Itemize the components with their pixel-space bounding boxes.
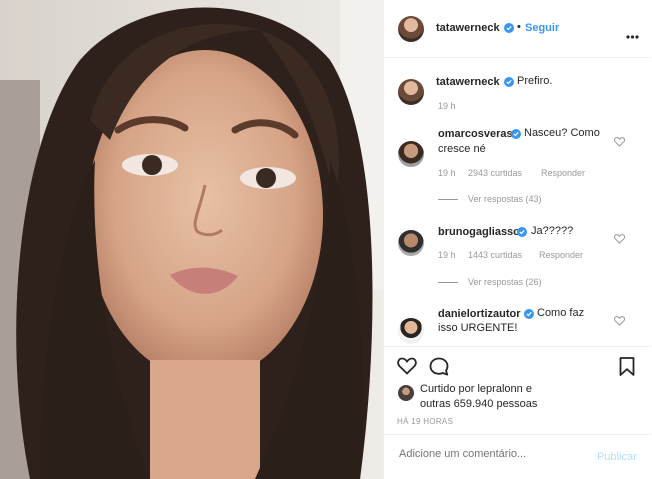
- follow-button[interactable]: Seguir: [525, 22, 559, 34]
- publish-button[interactable]: Publicar: [597, 451, 637, 463]
- author-username[interactable]: tatawerneck: [436, 22, 500, 34]
- author-avatar[interactable]: [398, 16, 424, 42]
- reply-button[interactable]: Responder: [539, 250, 583, 260]
- post-timestamp[interactable]: HÁ 19 HORAS: [397, 417, 453, 426]
- more-options-icon[interactable]: [626, 26, 639, 44]
- post-header: tatawerneck • Seguir: [384, 0, 651, 58]
- like-comment-heart-icon[interactable]: [614, 313, 625, 331]
- caption-author-avatar[interactable]: [398, 79, 424, 105]
- likes-username[interactable]: lepralonn: [477, 383, 522, 395]
- comment-text: Nasceu? Como: [524, 127, 600, 139]
- commenter-avatar[interactable]: [398, 318, 424, 344]
- replies-divider: [438, 282, 458, 283]
- instagram-post: tatawerneck • Seguir tatawerneck Prefiro…: [0, 0, 652, 479]
- view-replies-button[interactable]: Ver respostas (26): [468, 277, 542, 287]
- comment-likes-count[interactable]: 2943 curtidas: [468, 168, 522, 178]
- comment-text-continued: cresce né: [438, 143, 486, 155]
- comment-username[interactable]: danielortizautor: [438, 308, 521, 320]
- comment-text: Como faz: [537, 307, 585, 319]
- comment-likes-count[interactable]: 1443 curtidas: [468, 250, 522, 260]
- comment-username[interactable]: omarcosveras: [438, 128, 513, 140]
- comment-username[interactable]: brunogagliasso: [438, 226, 520, 238]
- post-photo[interactable]: [0, 0, 383, 479]
- comment-time: 19 h: [438, 250, 456, 260]
- save-bookmark-icon[interactable]: [619, 357, 635, 381]
- like-heart-icon[interactable]: [397, 357, 417, 380]
- comment-bubble-icon[interactable]: [429, 357, 449, 381]
- verified-badge-icon: [524, 309, 534, 319]
- reply-button[interactable]: Responder: [541, 168, 585, 178]
- add-comment-divider: [384, 434, 651, 435]
- verified-badge-icon: [504, 77, 514, 87]
- caption-text: Prefiro.: [517, 75, 553, 87]
- caption-time: 19 h: [438, 101, 456, 111]
- comment-input[interactable]: [397, 447, 571, 461]
- verified-badge-icon: [511, 129, 521, 139]
- post-side-panel: tatawerneck • Seguir tatawerneck Prefiro…: [383, 0, 651, 479]
- like-comment-heart-icon[interactable]: [614, 134, 625, 152]
- verified-badge-icon: [517, 227, 527, 237]
- view-replies-button[interactable]: Ver respostas (43): [468, 194, 542, 204]
- like-comment-heart-icon[interactable]: [614, 231, 625, 249]
- actions-divider: [384, 346, 651, 347]
- likes-prefix: Curtido por: [420, 383, 475, 395]
- comment-text-continued: isso URGENTE!: [438, 322, 518, 334]
- commenter-avatar[interactable]: [398, 141, 424, 167]
- caption-username[interactable]: tatawerneck: [436, 76, 500, 88]
- comment-text: Ja?????: [531, 225, 574, 237]
- liker-avatar[interactable]: [398, 385, 414, 401]
- replies-divider: [438, 199, 458, 200]
- comment-time: 19 h: [438, 168, 456, 178]
- commenter-avatar[interactable]: [398, 230, 424, 256]
- header-separator: •: [517, 21, 521, 33]
- likes-summary: Curtido por lepralonn e: [420, 382, 532, 397]
- selfie-image: [0, 0, 383, 479]
- verified-badge-icon: [504, 23, 514, 33]
- likes-count[interactable]: outras 659.940 pessoas: [420, 397, 537, 412]
- likes-suffix: e: [525, 383, 532, 395]
